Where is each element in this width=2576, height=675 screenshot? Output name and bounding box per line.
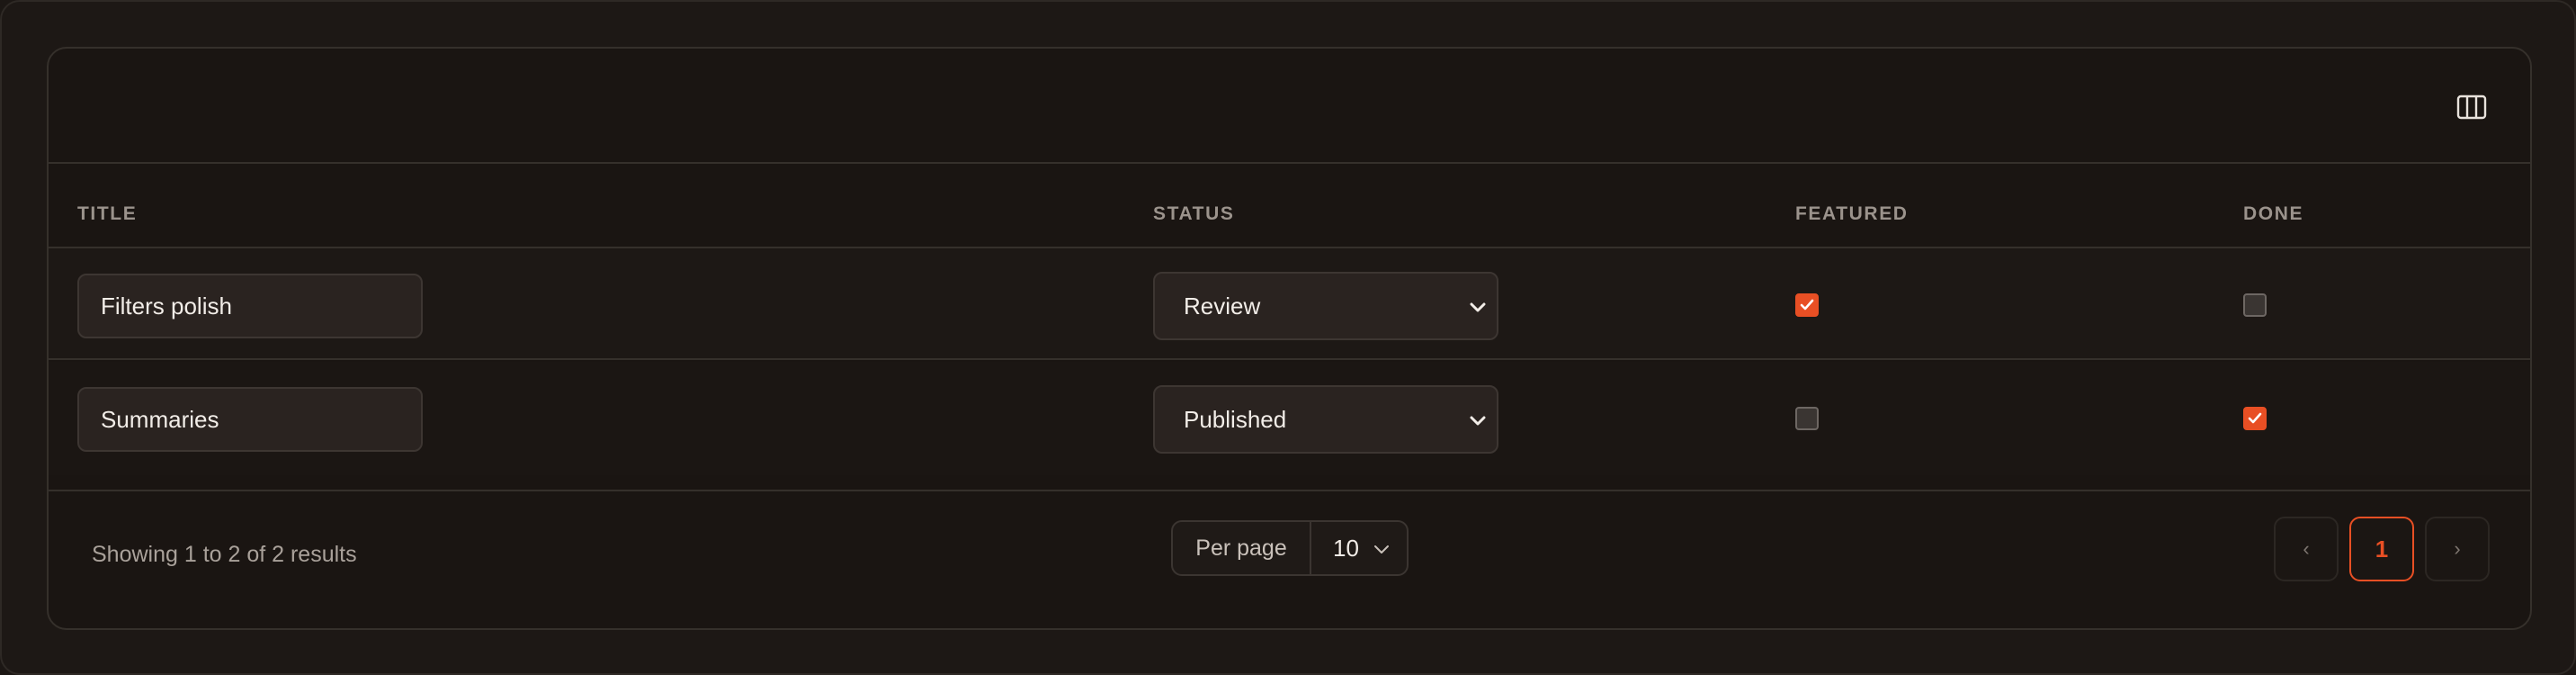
featured-checkbox[interactable] [1795,407,1819,430]
check-icon [1800,299,1814,310]
column-header-featured: Featured [1795,203,1909,224]
previous-page-button[interactable]: ‹ [2274,517,2339,581]
page-1-button[interactable]: 1 [2349,517,2414,581]
chevron-down-icon [1470,302,1486,312]
columns-icon [2456,94,2487,120]
app-frame: Title Status Featured Done Filters polis… [0,0,2576,675]
done-checkbox[interactable] [2243,293,2267,317]
status-select-value: Review [1184,292,1261,320]
title-input[interactable]: Filters polish [77,274,423,338]
table-card: Title Status Featured Done Filters polis… [47,47,2532,630]
table-footer: Showing 1 to 2 of 2 results Per page 10 … [49,490,2530,628]
done-checkbox[interactable] [2243,407,2267,430]
column-header-status: Status [1153,203,1235,224]
table-row: Summaries Published [49,362,2530,475]
table-toolbar [49,49,2530,164]
column-header-done: Done [2243,203,2304,224]
status-select[interactable]: Review [1153,272,1498,340]
columns-toggle-button[interactable] [2456,92,2487,122]
title-input[interactable]: Summaries [77,387,423,452]
results-summary: Showing 1 to 2 of 2 results [92,542,357,567]
table-row: Filters polish Review [49,248,2530,360]
per-page-value: 10 [1333,535,1359,562]
check-icon [2248,412,2262,424]
column-header-title: Title [77,203,138,224]
next-page-button[interactable]: › [2425,517,2490,581]
per-page-control: Per page 10 [1171,520,1409,576]
featured-checkbox[interactable] [1795,293,1819,317]
chevron-down-icon [1470,416,1486,426]
per-page-select[interactable]: 10 [1313,522,1407,574]
status-select[interactable]: Published [1153,385,1498,454]
chevron-down-icon [1374,545,1389,554]
status-select-value: Published [1184,406,1287,433]
per-page-label: Per page [1173,522,1311,574]
